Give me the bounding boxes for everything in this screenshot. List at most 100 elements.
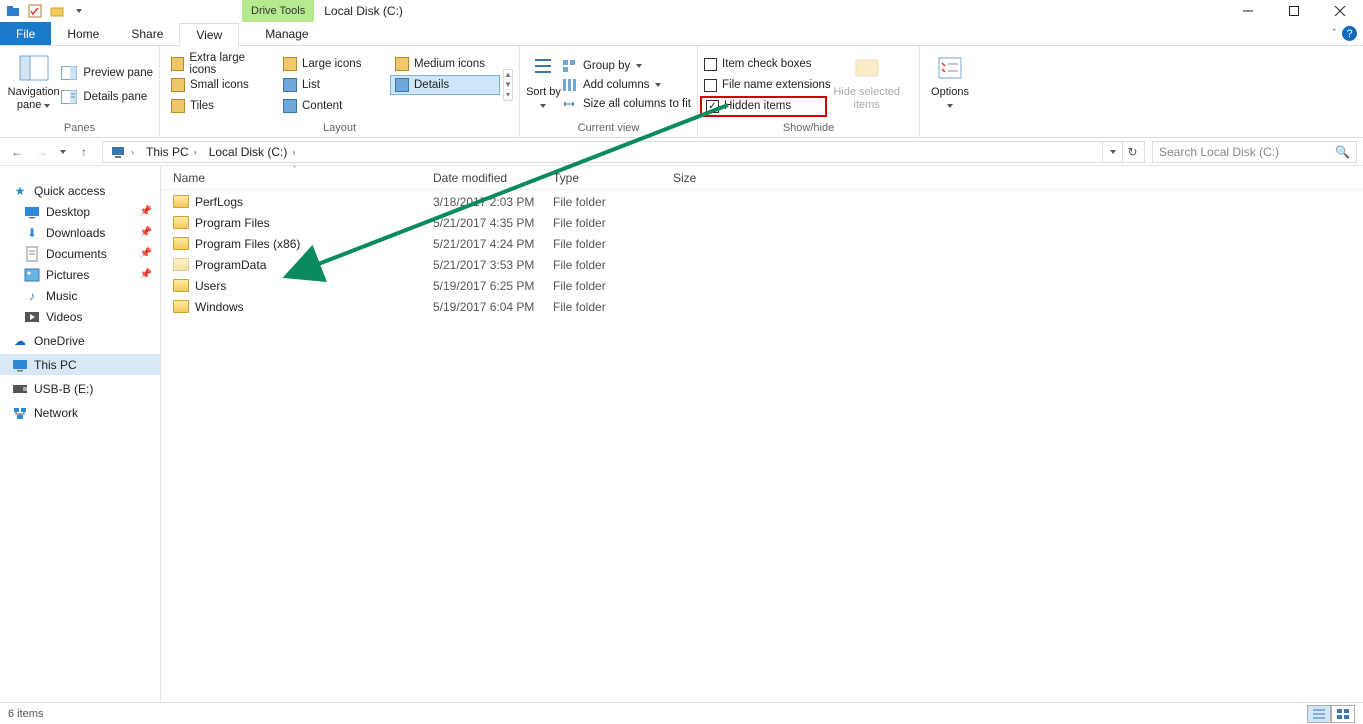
layout-large-icons[interactable]: Large icons	[278, 54, 388, 74]
file-date: 5/19/2017 6:04 PM	[433, 300, 553, 314]
col-size[interactable]: Size	[673, 171, 753, 185]
nav-network[interactable]: Network	[0, 402, 160, 423]
desktop-icon	[24, 204, 40, 220]
file-name: Program Files (x86)	[195, 237, 300, 251]
address-dropdown-button[interactable]	[1102, 142, 1122, 162]
sort-asc-icon: ˆ	[293, 165, 296, 175]
qat-new-folder[interactable]	[46, 0, 68, 22]
view-large-icons-button[interactable]	[1331, 705, 1355, 723]
nav-history-button[interactable]	[56, 141, 70, 163]
layout-small-icons[interactable]: Small icons	[166, 75, 276, 95]
tab-manage[interactable]: Manage	[249, 22, 324, 45]
nav-desktop[interactable]: Desktop📌	[0, 201, 160, 222]
breadcrumb-this-pc[interactable]: This PC›	[141, 145, 204, 159]
collapse-ribbon-button[interactable]: ˆ	[1332, 28, 1336, 40]
ribbon-group-options: Options	[920, 46, 980, 137]
nav-music[interactable]: ♪Music	[0, 285, 160, 306]
layout-tiles[interactable]: Tiles	[166, 96, 276, 116]
col-type[interactable]: Type	[553, 171, 673, 185]
nav-usb-drive[interactable]: USB-B (E:)	[0, 378, 160, 399]
maximize-button[interactable]	[1271, 0, 1317, 22]
table-row[interactable]: Users5/19/2017 6:25 PMFile folder	[173, 275, 1363, 296]
size-columns-icon	[561, 96, 577, 112]
table-row[interactable]: PerfLogs3/18/2017 2:03 PMFile folder	[173, 191, 1363, 212]
add-columns-button[interactable]: Add columns	[561, 77, 691, 93]
tab-home[interactable]: Home	[51, 22, 115, 45]
nav-videos[interactable]: Videos	[0, 306, 160, 327]
qat-customize[interactable]	[68, 0, 90, 22]
navigation-pane: ★Quick access Desktop📌 ⬇Downloads📌 Docum…	[0, 166, 160, 702]
pin-icon: 📌	[140, 227, 152, 238]
group-label-layout: Layout	[166, 121, 513, 137]
pictures-icon	[24, 267, 40, 283]
ribbon-group-layout: Extra large icons Small icons Tiles Larg…	[160, 46, 520, 137]
refresh-button[interactable]: ↻	[1122, 142, 1142, 162]
navigation-pane-button[interactable]: Navigation pane	[6, 49, 61, 121]
nav-downloads[interactable]: ⬇Downloads📌	[0, 222, 160, 243]
ribbon-group-panes: Navigation pane Preview pane Details pan…	[0, 46, 160, 137]
app-icon[interactable]	[2, 0, 24, 22]
folder-icon	[173, 216, 189, 229]
videos-icon	[24, 309, 40, 325]
nav-back-button[interactable]: ←	[6, 141, 28, 163]
item-checkboxes-toggle[interactable]: Item check boxes	[704, 54, 831, 75]
options-icon	[934, 52, 966, 84]
minimize-button[interactable]	[1225, 0, 1271, 22]
layout-medium-icons[interactable]: Medium icons	[390, 54, 500, 74]
breadcrumb-root[interactable]: ›	[105, 144, 141, 160]
table-row[interactable]: Windows5/19/2017 6:04 PMFile folder	[173, 296, 1363, 317]
nav-documents[interactable]: Documents📌	[0, 243, 160, 264]
view-switcher	[1307, 705, 1355, 723]
pin-icon: 📌	[140, 269, 152, 280]
status-bar: 6 items	[0, 702, 1363, 724]
options-button[interactable]: Options	[926, 49, 974, 121]
breadcrumb[interactable]: › This PC› Local Disk (C:)› ↻	[102, 141, 1145, 163]
qat-properties[interactable]	[24, 0, 46, 22]
file-date: 5/21/2017 3:53 PM	[433, 258, 553, 272]
details-pane-button[interactable]: Details pane	[61, 89, 153, 105]
layout-list[interactable]: List	[278, 75, 388, 95]
col-name[interactable]: Nameˆ	[173, 171, 433, 185]
search-placeholder: Search Local Disk (C:)	[1159, 145, 1279, 159]
preview-pane-button[interactable]: Preview pane	[61, 65, 153, 81]
view-details-button[interactable]	[1307, 705, 1331, 723]
contextual-tab-drive-tools: Drive Tools	[242, 0, 314, 22]
tab-share[interactable]: Share	[115, 22, 179, 45]
file-extensions-toggle[interactable]: File name extensions	[704, 75, 831, 96]
layout-details[interactable]: Details	[390, 75, 500, 95]
layout-extra-large-icons[interactable]: Extra large icons	[166, 54, 276, 74]
sort-by-button[interactable]: Sort by	[526, 49, 561, 121]
table-row[interactable]: ProgramData5/21/2017 3:53 PMFile folder	[173, 254, 1363, 275]
nav-pictures[interactable]: Pictures📌	[0, 264, 160, 285]
nav-onedrive[interactable]: ☁OneDrive	[0, 330, 160, 351]
folder-icon	[173, 258, 189, 271]
size-all-columns-button[interactable]: Size all columns to fit	[561, 96, 691, 112]
folder-icon	[173, 300, 189, 313]
tab-view[interactable]: View	[179, 23, 239, 46]
hide-selected-items-button: Hide selected items	[831, 49, 903, 121]
table-row[interactable]: Program Files5/21/2017 4:35 PMFile folde…	[173, 212, 1363, 233]
nav-up-button[interactable]: ↑	[73, 141, 95, 163]
window-controls	[1225, 0, 1363, 22]
breadcrumb-local-disk[interactable]: Local Disk (C:)›	[204, 145, 303, 159]
close-button[interactable]	[1317, 0, 1363, 22]
col-date[interactable]: Date modified	[433, 171, 553, 185]
details-pane-icon	[61, 89, 77, 105]
layout-content[interactable]: Content	[278, 96, 388, 116]
search-input[interactable]: Search Local Disk (C:) 🔍	[1152, 141, 1357, 163]
window-title: Local Disk (C:)	[314, 0, 413, 22]
tab-file[interactable]: File	[0, 22, 51, 45]
nav-this-pc[interactable]: This PC	[0, 354, 160, 375]
ribbon-group-current-view: Sort by Group by Add columns Size all co…	[520, 46, 698, 137]
table-row[interactable]: Program Files (x86)5/21/2017 4:24 PMFile…	[173, 233, 1363, 254]
hidden-items-toggle[interactable]: ✓Hidden items	[700, 96, 827, 117]
help-icon[interactable]: ?	[1342, 26, 1357, 41]
file-type: File folder	[553, 195, 673, 209]
file-name: Users	[195, 279, 226, 293]
file-name: ProgramData	[195, 258, 266, 272]
file-type: File folder	[553, 279, 673, 293]
layout-gallery-scroll[interactable]: ▲▼▾	[503, 69, 513, 101]
nav-forward-button[interactable]: →	[31, 141, 53, 163]
nav-quick-access[interactable]: ★Quick access	[0, 180, 160, 201]
group-by-button[interactable]: Group by	[561, 58, 691, 74]
